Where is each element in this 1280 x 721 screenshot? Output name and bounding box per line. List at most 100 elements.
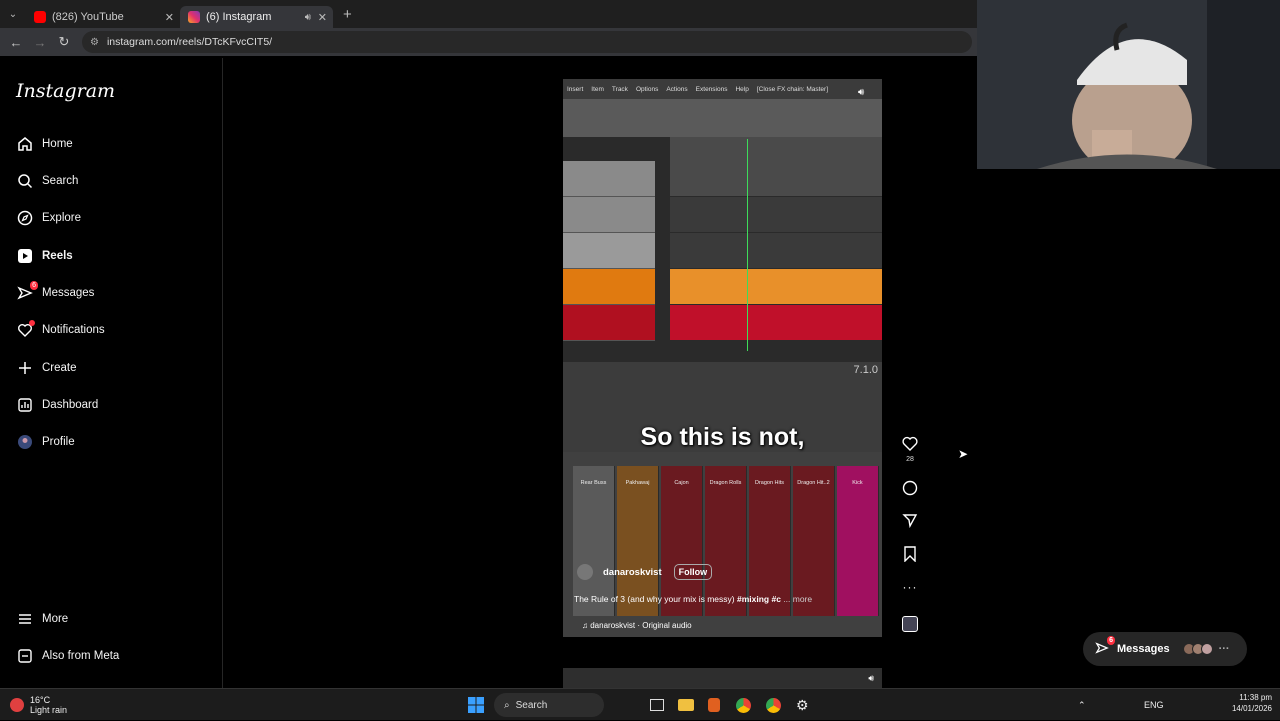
sidebar-item-create[interactable]: Create	[16, 358, 77, 378]
chrome-icon[interactable]	[766, 689, 781, 721]
reel-caption: So this is not,	[640, 423, 805, 451]
task-view-icon[interactable]	[650, 689, 664, 721]
recent-contacts-avatars	[1182, 643, 1213, 655]
webcam-person-image	[977, 0, 1280, 169]
sidebar-item-also-from-meta[interactable]: Also from Meta	[16, 646, 119, 666]
language-indicator[interactable]: ENG	[1144, 689, 1164, 721]
messages-pill-button[interactable]: 6 Messages ···	[1083, 632, 1247, 666]
reload-icon[interactable]: ↻	[52, 34, 76, 50]
reel-volume-icon[interactable]: 🔊︎	[858, 87, 864, 98]
settings-icon[interactable]: ⚙	[796, 689, 809, 721]
messages-pill-label: Messages	[1117, 643, 1170, 655]
webcam-overlay	[977, 0, 1280, 169]
clock[interactable]: 11:38 pm 14/01/2026	[1232, 692, 1272, 714]
more-options-icon[interactable]: ···	[898, 580, 922, 594]
next-reel-preview[interactable]: 🔊︎	[563, 668, 882, 690]
weather-widget[interactable]: 16°C Light rain	[10, 689, 67, 721]
sidebar-item-home[interactable]: Home	[16, 134, 73, 154]
sidebar-item-label: Home	[42, 138, 73, 150]
clock-date: 14/01/2026	[1231, 704, 1272, 713]
weather-desc: Light rain	[30, 705, 68, 715]
sidebar-item-explore[interactable]: Explore	[16, 208, 81, 228]
comment-button[interactable]	[898, 480, 922, 501]
tab-search-chevron-icon[interactable]: ⌄	[0, 0, 26, 28]
back-icon[interactable]: ←	[4, 35, 28, 50]
daw-track	[563, 305, 882, 341]
sidebar-item-profile[interactable]: Profile	[16, 432, 75, 452]
daw-menu-item: Track	[611, 85, 628, 93]
forward-icon[interactable]: →	[28, 35, 52, 50]
taskbar-search[interactable]: ⌕ Search	[494, 693, 604, 717]
daw-menu-item: Insert	[567, 85, 584, 93]
description-hashtags[interactable]: #mixing #c	[737, 594, 781, 604]
sidebar-item-label: Dashboard	[42, 399, 99, 411]
messenger-icon: 6	[1095, 635, 1115, 658]
instagram-sidebar: Instagram Home Search Explore Reels 6 Me…	[0, 58, 223, 688]
new-tab-button[interactable]: +	[343, 6, 352, 23]
tab-audio-icon[interactable]: 🔊︎	[305, 12, 311, 23]
mixer-strip-label: Cajon	[674, 480, 689, 486]
daw-menu-item: Item	[591, 85, 604, 93]
daw-track	[563, 197, 882, 233]
sidebar-item-search[interactable]: Search	[16, 171, 78, 191]
close-tab-icon[interactable]: ✕	[165, 11, 174, 24]
daw-toolbar	[563, 99, 882, 137]
url-bar[interactable]: ⚙ instagram.com/reels/DTcKFvcCIT5/	[82, 31, 972, 53]
taskbar-search-label: Search	[515, 699, 548, 711]
audio-label: danaroskvist · Original audio	[590, 621, 692, 630]
search-icon: ⌕	[504, 699, 510, 711]
sidebar-item-dashboard[interactable]: Dashboard	[16, 395, 98, 415]
save-button[interactable]	[898, 546, 922, 567]
mixer-strip-label: Dragon Rolls	[709, 480, 742, 486]
app-icon[interactable]	[708, 689, 720, 721]
sidebar-item-label: Messages	[42, 287, 95, 299]
tray-chevron-icon[interactable]: ⌃	[1078, 689, 1086, 721]
share-button[interactable]	[898, 512, 922, 533]
search-icon	[16, 173, 33, 190]
like-count: 28	[906, 456, 914, 463]
reel-video[interactable]: Insert Item Track Options Actions Extens…	[563, 79, 882, 637]
daw-menu-item: Actions	[666, 85, 688, 93]
mixer-strip-label: Rear Buss	[580, 480, 607, 486]
like-button[interactable]: 28	[898, 436, 922, 463]
instagram-icon	[188, 11, 200, 23]
sidebar-item-more[interactable]: More	[16, 609, 68, 629]
tab-youtube[interactable]: (826) YouTube ✕	[26, 6, 180, 28]
sidebar-item-label: Search	[42, 175, 79, 187]
sidebar-item-label: Explore	[42, 212, 81, 224]
follow-button[interactable]: Follow	[673, 564, 713, 580]
reel-author: danaroskvist Follow	[577, 564, 713, 580]
avatar	[1200, 643, 1213, 655]
mixer-strip: Kick	[837, 466, 879, 616]
close-tab-icon[interactable]: ✕	[318, 11, 327, 24]
chrome-icon[interactable]	[736, 689, 751, 721]
heart-icon	[16, 319, 35, 339]
plus-icon	[16, 360, 33, 377]
reel-audio[interactable]: ♫ danaroskvist · Original audio	[582, 621, 692, 630]
daw-track	[563, 161, 882, 197]
tab-instagram[interactable]: (6) Instagram 🔊︎ ✕	[180, 6, 333, 28]
reel-volume-icon[interactable]: 🔊︎	[868, 673, 874, 684]
tab-label: (6) Instagram	[206, 11, 272, 23]
messages-badge: 6	[30, 280, 38, 290]
start-button[interactable]	[468, 689, 484, 721]
address-toolbar: ← → ↻ ⚙ instagram.com/reels/DTcKFvcCIT5/	[0, 28, 977, 56]
daw-menu-bar: Insert Item Track Options Actions Extens…	[563, 79, 882, 99]
author-username[interactable]: danaroskvist	[603, 567, 662, 578]
sidebar-item-label: Also from Meta	[42, 650, 120, 662]
author-avatar[interactable]	[577, 564, 593, 580]
dashboard-icon	[16, 397, 33, 414]
audio-thumbnail[interactable]	[898, 616, 922, 632]
file-explorer-icon[interactable]	[678, 689, 694, 721]
weather-temp: 16°C	[30, 695, 51, 705]
site-info-icon[interactable]: ⚙	[90, 37, 99, 48]
description-more-link[interactable]: ... more	[783, 594, 812, 604]
comment-icon	[902, 480, 918, 496]
sidebar-item-reels[interactable]: Reels	[16, 246, 73, 266]
daw-menu-item: Options	[635, 85, 659, 93]
sidebar-item-messages[interactable]: 6 Messages	[16, 280, 95, 303]
daw-menu-item: Extensions	[695, 85, 728, 93]
sidebar-item-notifications[interactable]: Notifications	[16, 319, 105, 340]
instagram-logo[interactable]: Instagram	[16, 80, 115, 102]
daw-menu-item: [Close FX chain: Master]	[756, 85, 829, 93]
